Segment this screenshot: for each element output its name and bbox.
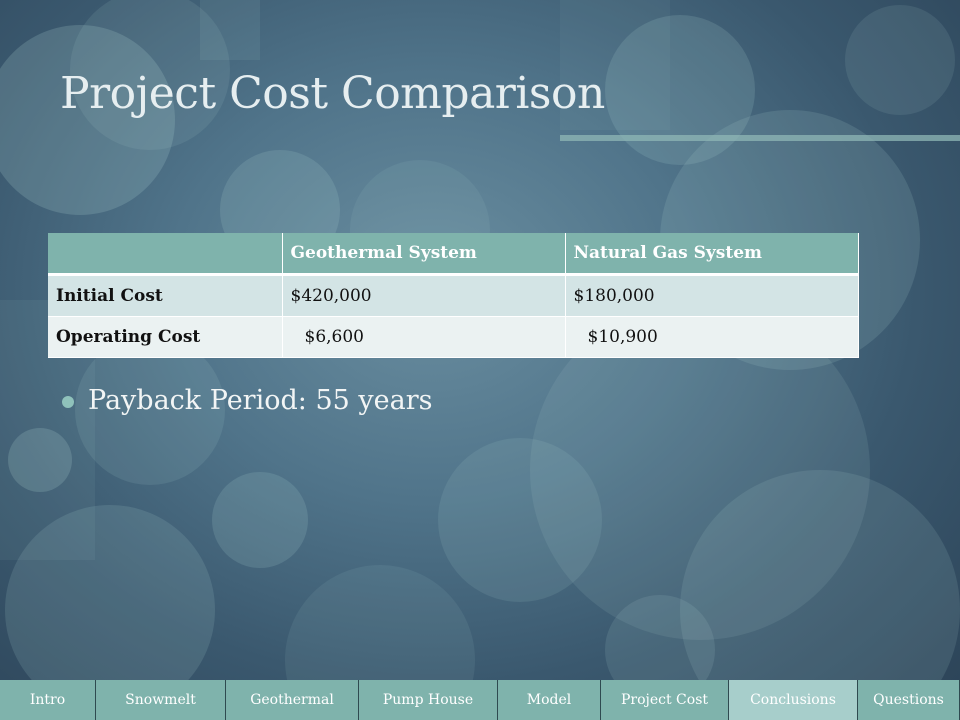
cell-operating-cost-natural-gas: $10,900	[565, 316, 859, 358]
nav-item-model[interactable]: Model	[498, 680, 601, 720]
nav-item-questions[interactable]: Questions	[858, 680, 960, 720]
nav-item-snowmelt[interactable]: Snowmelt	[96, 680, 226, 720]
row-label-operating-cost: Operating Cost	[48, 316, 283, 358]
cell-initial-cost-geothermal: $420,000	[282, 274, 566, 317]
table-header-row: Geothermal System Natural Gas System	[48, 233, 859, 276]
bullet-dot-icon	[62, 395, 74, 408]
row-label-initial-cost: Initial Cost	[48, 274, 283, 317]
table-row: Operating Cost $6,600 $10,900	[48, 316, 859, 358]
nav-item-project-cost[interactable]: Project Cost	[601, 680, 729, 720]
cost-comparison-table: Geothermal System Natural Gas System Ini…	[48, 233, 859, 358]
bullet-item-payback: Payback Period: 55 years	[62, 385, 432, 416]
nav-item-conclusions[interactable]: Conclusions	[729, 680, 858, 720]
title-underline-bar	[560, 135, 960, 141]
nav-item-geothermal[interactable]: Geothermal	[226, 680, 359, 720]
slide-title: Project Cost Comparison	[60, 68, 605, 119]
cell-operating-cost-geothermal: $6,600	[282, 316, 566, 358]
slide-navigation-bar: Intro Snowmelt Geothermal Pump House Mod…	[0, 680, 960, 720]
bullet-text: Payback Period: 55 years	[88, 385, 433, 416]
nav-item-intro[interactable]: Intro	[0, 680, 96, 720]
table-header-corner	[48, 233, 283, 276]
cell-initial-cost-natural-gas: $180,000	[565, 274, 859, 317]
table-header-geothermal: Geothermal System	[282, 233, 566, 276]
table-row: Initial Cost $420,000 $180,000	[48, 274, 859, 317]
table-header-natural-gas: Natural Gas System	[565, 233, 859, 276]
nav-item-pump-house[interactable]: Pump House	[359, 680, 498, 720]
